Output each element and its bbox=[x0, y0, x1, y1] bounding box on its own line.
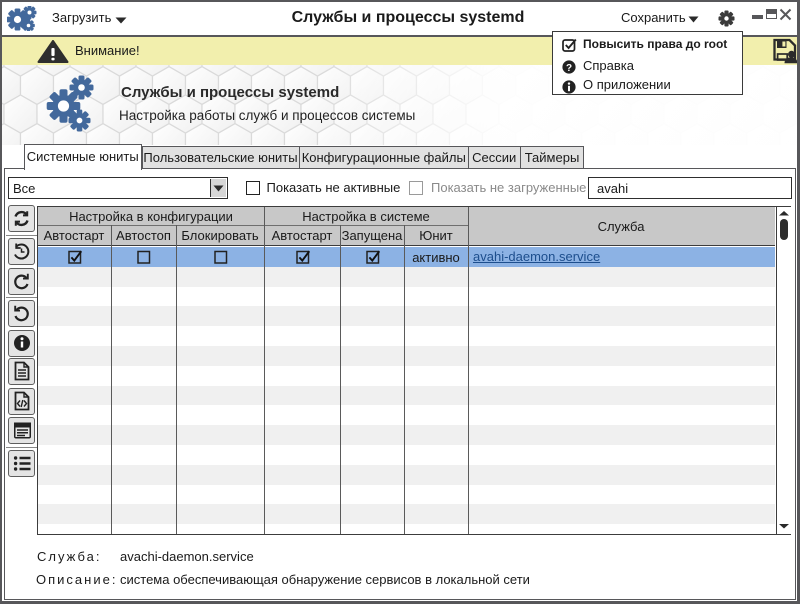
svg-text:?: ? bbox=[566, 63, 572, 74]
